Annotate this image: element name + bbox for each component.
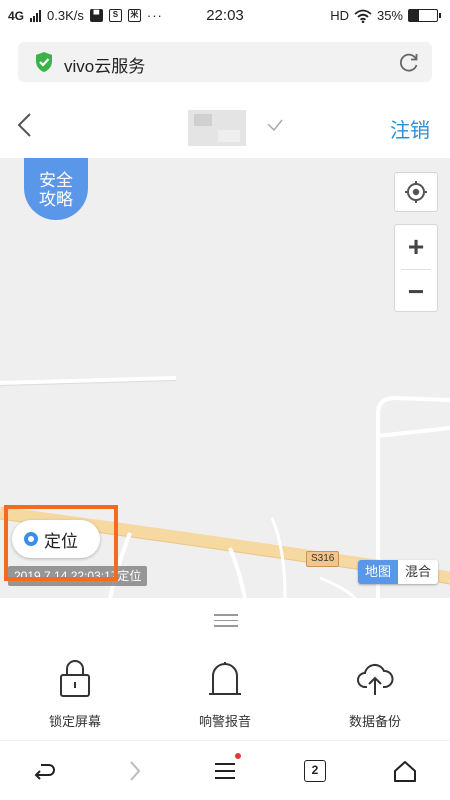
highlight-box — [4, 505, 118, 581]
zoom-controls: + − — [394, 224, 438, 312]
map-type-map[interactable]: 地图 — [357, 560, 398, 584]
safety-tips-badge[interactable]: 安全 攻略 — [24, 158, 88, 220]
shield-check-icon — [36, 52, 52, 72]
tab-count: 2 — [304, 760, 326, 782]
reload-icon[interactable] — [398, 51, 420, 73]
status-right: HD 35% — [330, 8, 441, 23]
page-header: 注销 — [0, 92, 450, 158]
safety-tips-line-1: 安全 — [39, 171, 73, 190]
address-text: vivo云服务 — [64, 57, 146, 76]
home-icon — [394, 761, 416, 782]
browser-toolbar: vivo云服务 — [0, 34, 450, 92]
logout-button[interactable]: 注销 — [390, 114, 430, 143]
locate-me-button[interactable] — [394, 172, 438, 212]
data-backup-button[interactable]: 数据备份 — [325, 658, 425, 730]
dropdown-check-icon[interactable] — [266, 118, 284, 132]
menu-icon — [215, 763, 235, 779]
ring-alarm-label: 响警报音 — [198, 714, 251, 729]
map-view[interactable]: 安全 攻略 + − 定位 2019.7.14 22:03:17定位 S316 地… — [0, 158, 450, 598]
hd-indicator: HD — [330, 8, 349, 23]
bell-icon — [209, 662, 241, 695]
tabs-button[interactable]: 2 — [301, 757, 329, 785]
cloud-upload-icon — [357, 663, 394, 695]
zoom-in-button[interactable]: + — [395, 225, 437, 269]
ring-alarm-button[interactable]: 响警报音 — [175, 658, 275, 730]
address-bar[interactable]: vivo云服务 — [18, 42, 432, 82]
forward-button[interactable] — [121, 757, 149, 785]
battery-fill — [409, 10, 419, 21]
device-name-redacted[interactable] — [188, 110, 246, 146]
battery-icon — [408, 9, 441, 22]
menu-button[interactable] — [211, 753, 241, 785]
safety-tips-line-2: 攻略 — [39, 190, 73, 209]
lock-screen-label: 锁定屏幕 — [48, 714, 101, 729]
back-chevron-icon[interactable] — [14, 112, 36, 138]
lock-screen-button[interactable]: 锁定屏幕 — [25, 658, 125, 730]
map-type-toggle: 地图 混合 — [357, 560, 438, 584]
status-bar: 4G 0.3K/s ▀ S 米 ··· 22:03 HD 35% — [0, 0, 450, 34]
road-label: S316 — [306, 551, 340, 567]
battery-percent: 35% — [376, 8, 403, 23]
back-arrow-icon — [34, 764, 55, 780]
lock-icon — [60, 660, 90, 697]
wifi-icon — [354, 9, 372, 23]
data-backup-label: 数据备份 — [348, 714, 401, 729]
zoom-out-button[interactable]: − — [395, 270, 437, 314]
undo-back-button[interactable] — [31, 757, 59, 785]
crosshair-icon — [405, 181, 427, 203]
drag-handle-icon[interactable] — [214, 614, 238, 627]
map-type-hybrid[interactable]: 混合 — [397, 560, 438, 584]
action-panel: 锁定屏幕 响警报音 数据备份 — [0, 598, 450, 740]
home-button[interactable] — [391, 757, 419, 785]
browser-nav-bar: 2 — [0, 740, 450, 800]
notification-dot — [235, 753, 241, 759]
forward-chevron-icon — [130, 761, 141, 781]
